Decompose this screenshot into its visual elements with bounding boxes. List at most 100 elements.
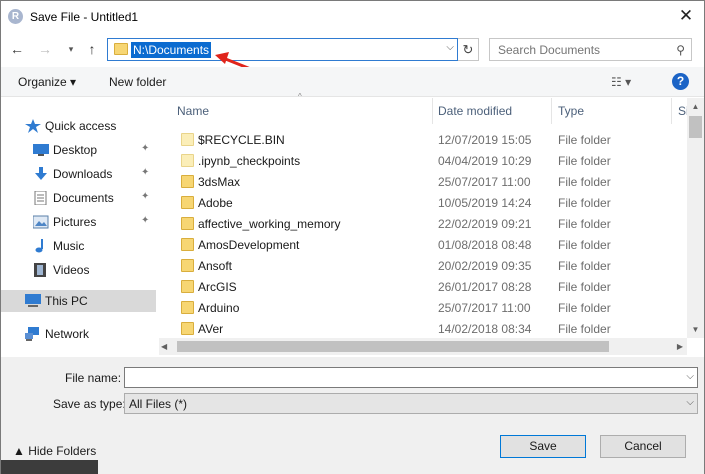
sidebar-item-label: Network [45,327,90,341]
file-row[interactable]: Adobe 10/05/2019 14:24 File folder [159,192,684,213]
pictures-icon [33,215,49,229]
forward-button[interactable]: → [35,39,55,59]
file-name: affective_working_memory [198,217,341,231]
pin-icon: ✦ [141,191,150,202]
address-text[interactable]: N:\Documents [131,42,212,58]
sidebar-item-this-pc[interactable]: This PC [1,290,156,312]
file-name: Arduino [198,301,240,315]
file-row[interactable]: AmosDevelopment 01/08/2018 08:48 File fo… [159,234,684,255]
file-row[interactable]: $RECYCLE.BIN 12/07/2019 15:05 File folde… [159,129,684,150]
file-row[interactable]: AVer 14/02/2018 08:34 File folder [159,318,684,339]
scroll-down-icon[interactable]: ▼ [687,321,704,338]
search-input[interactable] [490,39,670,60]
address-dropdown-icon[interactable]: ⌵ [446,42,454,53]
folder-icon [181,238,194,251]
sidebar-item-videos[interactable]: Videos [1,259,156,281]
folder-icon [181,133,194,146]
file-type: File folder [558,322,611,336]
folder-icon [114,43,128,55]
scroll-right-icon[interactable]: ▶ [677,338,683,355]
file-type: File folder [558,301,611,315]
navigation-pane: Quick access Desktop ✦ Downloads ✦ Docum… [1,98,159,356]
file-name: ArcGIS [198,280,237,294]
file-date: 10/05/2019 14:24 [438,196,532,210]
file-name-input[interactable] [125,368,675,387]
file-type: File folder [558,196,611,210]
column-divider[interactable] [551,98,552,124]
scroll-up-icon[interactable]: ▲ [687,98,704,115]
new-folder-button[interactable]: New folder [109,75,166,89]
scroll-thumb[interactable] [177,341,609,352]
file-row[interactable]: Ansoft 20/02/2019 09:35 File folder [159,255,684,276]
save-button[interactable]: Save [500,435,586,458]
save-as-type-label: Save as type: [53,397,126,411]
sidebar-item-downloads[interactable]: Downloads ✦ [1,163,156,185]
navigation-bar: ← → ▾ ↑ N:\Documents ⌵ ↻ ⚲ [1,35,704,65]
file-row[interactable]: affective_working_memory 22/02/2019 09:2… [159,213,684,234]
help-icon[interactable]: ? [672,73,689,90]
hide-folders-button[interactable]: ▲ Hide Folders [13,444,96,458]
address-bar[interactable]: N:\Documents ⌵ [107,38,458,61]
file-name: 3dsMax [198,175,241,189]
sidebar-item-label: Pictures [53,215,97,229]
sidebar-item-label: Desktop [53,143,98,157]
file-row[interactable]: Arduino 25/07/2017 11:00 File folder [159,297,684,318]
command-toolbar: Organize ▾ New folder ☷ ▾ ? [1,67,704,97]
file-name-label: File name: [65,371,122,385]
desktop-icon [33,144,49,156]
sidebar-item-documents[interactable]: Documents ✦ [1,187,156,209]
file-name: Ansoft [198,259,233,273]
search-box[interactable]: ⚲ [489,38,692,61]
videos-icon [34,263,46,277]
scroll-left-icon[interactable]: ◀ [161,338,167,355]
sidebar-item-label: Documents [53,191,114,205]
recent-locations-button[interactable]: ▾ [61,39,81,59]
cancel-button[interactable]: Cancel [600,435,686,458]
folder-icon [181,196,194,209]
file-row[interactable]: ArcGIS 26/01/2017 08:28 File folder [159,276,684,297]
organize-menu[interactable]: Organize ▾ [18,75,76,89]
column-header-date-modified[interactable]: Date modified [438,98,512,124]
scroll-thumb[interactable] [689,116,702,138]
file-row[interactable]: .ipynb_checkpoints 04/04/2019 10:29 File… [159,150,684,171]
save-as-type-select[interactable]: All Files (*) ⌵ [124,393,698,414]
chevron-down-icon[interactable]: ⌵ [686,397,694,408]
file-row[interactable]: 3dsMax 25/07/2017 11:00 File folder [159,171,684,192]
column-divider[interactable] [432,98,433,124]
sidebar-item-label: This PC [45,294,88,308]
sidebar-item-desktop[interactable]: Desktop ✦ [1,139,156,161]
view-options-icon[interactable]: ☷ ▾ [611,75,631,89]
sidebar-item-pictures[interactable]: Pictures ✦ [1,211,156,233]
vertical-scrollbar[interactable]: ▲ ▼ [687,98,704,338]
file-date: 12/07/2019 15:05 [438,133,532,147]
folder-icon [181,301,194,314]
file-date: 25/07/2017 11:00 [438,301,531,315]
column-header-type[interactable]: Type [558,98,584,124]
folder-icon [181,217,194,230]
file-type: File folder [558,238,611,252]
background-taskbar-strip [1,460,98,474]
column-header-name[interactable]: Name [177,98,209,124]
save-form: File name: ⌵ Save as type: All Files (*)… [1,357,704,474]
app-icon: R [8,9,23,24]
download-icon [35,167,47,180]
search-icon[interactable]: ⚲ [676,43,685,57]
sidebar-item-label: Downloads [53,167,113,181]
column-divider[interactable] [671,98,672,124]
sidebar-item-quick-access[interactable]: Quick access [1,115,156,137]
file-date: 25/07/2017 11:00 [438,175,531,189]
back-button[interactable]: ← [7,39,27,59]
star-icon [25,119,41,133]
up-button[interactable]: ↑ [82,39,102,59]
sidebar-item-network[interactable]: Network [1,323,156,345]
horizontal-scrollbar[interactable]: ◀ ▶ [159,338,687,355]
refresh-button[interactable]: ↻ [458,38,479,61]
file-name-field[interactable]: ⌵ [124,367,698,388]
pin-icon: ✦ [141,167,150,178]
computer-icon [25,294,41,307]
sidebar-item-music[interactable]: Music [1,235,156,257]
folder-icon [181,154,194,167]
chevron-down-icon[interactable]: ⌵ [686,371,694,382]
file-type: File folder [558,280,611,294]
close-button[interactable]: ✕ [668,1,704,32]
